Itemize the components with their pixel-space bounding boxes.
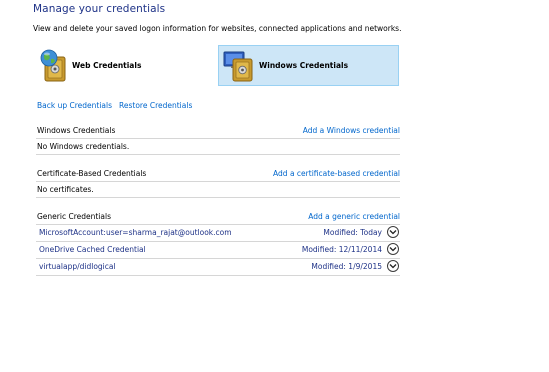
section-title: Certificate-Based Credentials	[37, 169, 147, 178]
credential-modified: Modified: Today	[323, 228, 382, 237]
chevron-down-icon	[389, 230, 397, 235]
windows-credentials-label: Windows Credentials	[259, 61, 349, 70]
globe-safe-icon	[39, 49, 69, 83]
credential-manager-page: Manage your credentials View and delete …	[0, 0, 549, 372]
page-title: Manage your credentials	[33, 3, 166, 15]
expand-button[interactable]	[387, 226, 399, 238]
chevron-down-icon	[389, 264, 397, 269]
credential-name[interactable]: OneDrive Cached Credential	[39, 245, 146, 254]
section-header: Windows Credentials Add a Windows creden…	[36, 126, 400, 139]
web-credentials-label: Web Credentials	[72, 61, 142, 70]
windows-safe-icon	[222, 49, 256, 83]
section-title: Windows Credentials	[37, 126, 116, 135]
add-certificate-credential-link[interactable]: Add a certificate-based credential	[273, 169, 400, 178]
windows-credentials-tile[interactable]: Windows Credentials	[218, 45, 399, 86]
credential-name[interactable]: MicrosoftAccount:user=sharma_rajat@outlo…	[39, 228, 232, 237]
credential-row[interactable]: OneDrive Cached Credential Modified: 12/…	[36, 242, 400, 259]
credential-name[interactable]: virtualapp/didlogical	[39, 262, 116, 271]
credential-row[interactable]: MicrosoftAccount:user=sharma_rajat@outlo…	[36, 225, 400, 242]
expand-button[interactable]	[387, 243, 399, 255]
certificate-credentials-section: Certificate-Based Credentials Add a cert…	[36, 169, 400, 198]
page-description: View and delete your saved logon informa…	[33, 24, 402, 33]
section-empty-message: No Windows credentials.	[36, 139, 400, 155]
add-generic-credential-link[interactable]: Add a generic credential	[308, 212, 400, 221]
backup-credentials-link[interactable]: Back up Credentials	[37, 101, 112, 110]
chevron-down-icon	[389, 247, 397, 252]
section-title: Generic Credentials	[37, 212, 111, 221]
generic-credentials-section: Generic Credentials Add a generic creden…	[36, 212, 400, 276]
section-header: Generic Credentials Add a generic creden…	[36, 212, 400, 225]
web-credentials-tile[interactable]: Web Credentials	[33, 45, 210, 86]
credential-row[interactable]: virtualapp/didlogical Modified: 1/9/2015	[36, 259, 400, 276]
section-empty-message: No certificates.	[36, 182, 400, 198]
credential-modified: Modified: 1/9/2015	[311, 262, 382, 271]
section-header: Certificate-Based Credentials Add a cert…	[36, 169, 400, 182]
restore-credentials-link[interactable]: Restore Credentials	[119, 101, 192, 110]
expand-button[interactable]	[387, 260, 399, 272]
add-windows-credential-link[interactable]: Add a Windows credential	[303, 126, 400, 135]
backup-restore-links: Back up Credentials Restore Credentials	[37, 101, 192, 110]
windows-credentials-section: Windows Credentials Add a Windows creden…	[36, 126, 400, 155]
credential-modified: Modified: 12/11/2014	[301, 245, 382, 254]
